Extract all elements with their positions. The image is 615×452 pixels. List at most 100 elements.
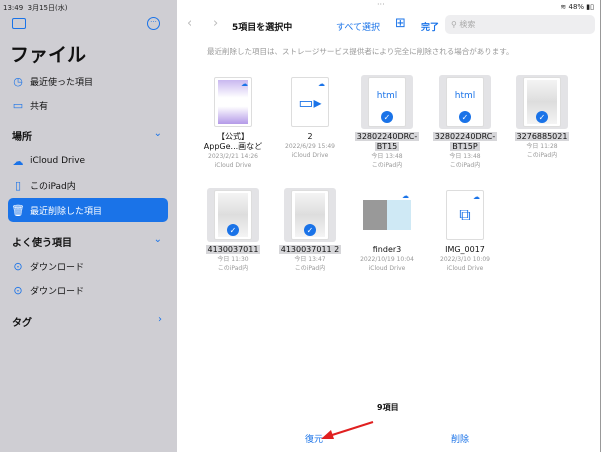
chevron-right-icon: › — [158, 314, 162, 325]
file-item[interactable]: ✓ 4130037011 2 今日 13:47 このiPad内 — [270, 188, 350, 273]
forward-icon[interactable]: › — [213, 16, 218, 31]
file-thumbnail: ☁ — [207, 75, 259, 129]
file-date: 今日 13:48 — [449, 153, 481, 160]
file-item[interactable]: ▭▸ ☁ 2 2022/6/29 15:49 iCloud Drive — [270, 75, 350, 160]
html-label: html — [454, 91, 476, 101]
file-date: 2023/2/21 14:26 — [208, 153, 258, 160]
file-location: iCloud Drive — [291, 152, 329, 159]
gallery-icon: ⧉ — [459, 205, 471, 224]
sidebar-item-ipad[interactable]: ▯ このiPad内 — [8, 174, 168, 196]
sidebar-item-downloads[interactable]: ⊙ ダウンロード — [8, 255, 168, 277]
file-thumbnail: ✓ — [207, 188, 259, 242]
file-name: 2 — [270, 132, 350, 142]
file-location: iCloud Drive — [214, 162, 252, 169]
delete-button[interactable]: 削除 — [451, 432, 469, 445]
file-location: このiPad内 — [217, 265, 249, 272]
battery-status: ≋ 48% ▮▯ — [560, 3, 594, 11]
download-icon: ⊙ — [13, 283, 23, 297]
label: ダウンロード — [30, 262, 85, 273]
chevron-down-icon: ⌄ — [153, 128, 162, 139]
file-name-line: 【公式】 — [217, 132, 249, 141]
favorites-header[interactable]: よく使う項目 ⌄ — [12, 234, 162, 249]
file-item[interactable]: html ✓ 32802240DRC- BT15 今日 13:48 このiPad内 — [347, 75, 427, 170]
file-name-line: 2 — [307, 132, 313, 141]
sidebar-item-shared[interactable]: ▭ 共有 — [8, 94, 168, 116]
file-name-line: AppGe...画など — [203, 142, 263, 151]
main-content: ··· ≋ 48% ▮▯ ‹ › 5項目を選択中 すべて選択 ⊞ 完了 ⚲ 検索… — [177, 0, 601, 452]
cloud-icon: ☁ — [12, 154, 24, 168]
label: iCloud Drive — [30, 156, 86, 166]
sidebar-item-downloads-2[interactable]: ⊙ ダウンロード — [8, 279, 168, 301]
checkmark-icon: ✓ — [536, 111, 548, 123]
file-date: 今日 11:28 — [526, 143, 558, 150]
trash-icon: 🗑 — [11, 203, 25, 217]
file-thumbnail: ☁ — [361, 188, 413, 242]
file-name: 【公式】 AppGe...画など — [193, 132, 273, 152]
tags-header[interactable]: タグ › — [12, 314, 162, 329]
file-name-line: finder3 — [372, 245, 402, 254]
file-date: 今日 11:30 — [217, 256, 249, 263]
sidebar-item-recents[interactable]: ◷ 最近使った項目 — [8, 70, 168, 92]
file-name: 4130037011 2 — [270, 245, 350, 255]
file-name-line: IMG_0017 — [445, 245, 485, 254]
label: 最近使った項目 — [30, 77, 94, 88]
video-icon: ▭▸ — [298, 92, 322, 112]
file-name-line: 3276885021 — [514, 132, 570, 141]
checkmark-icon: ✓ — [459, 111, 471, 123]
sidebar-toggle-icon[interactable] — [12, 18, 26, 29]
more-icon[interactable]: ··· — [147, 17, 160, 30]
file-name: 3276885021 — [502, 132, 582, 142]
sidebar-item-icloud[interactable]: ☁ iCloud Drive — [8, 150, 168, 172]
clock-icon: ◷ — [13, 74, 23, 88]
file-thumbnail: ✓ — [516, 75, 568, 129]
label: 最近削除した項目 — [30, 206, 103, 217]
file-thumbnail: ✓ — [284, 188, 336, 242]
file-name: IMG_0017 — [425, 245, 505, 255]
label: ダウンロード — [30, 286, 85, 297]
multitask-handle[interactable]: ··· — [377, 0, 385, 9]
search-input[interactable]: ⚲ 検索 — [445, 15, 595, 34]
search-icon: ⚲ — [451, 20, 457, 29]
done-button[interactable]: 完了 — [421, 20, 439, 33]
annotation-arrow — [321, 421, 374, 439]
file-date: 今日 13:47 — [294, 256, 326, 263]
back-icon[interactable]: ‹ — [187, 16, 192, 31]
file-location: iCloud Drive — [446, 265, 484, 272]
file-location: このiPad内 — [449, 162, 481, 169]
file-thumbnail: ▭▸ ☁ — [284, 75, 336, 129]
file-item[interactable]: html ✓ 32802240DRC- BT15P 今日 13:48 このiPad内 — [425, 75, 505, 170]
file-item[interactable]: ✓ 4130037011 今日 11:30 このiPad内 — [193, 188, 273, 273]
file-location: このiPad内 — [371, 162, 403, 169]
file-thumbnail: ⧉ ☁ — [439, 188, 491, 242]
ipad-icon: ▯ — [14, 178, 22, 192]
file-name-line: 32802240DRC- — [354, 132, 420, 141]
file-date: 今日 13:48 — [371, 153, 403, 160]
locations-header[interactable]: 場所 ⌄ — [12, 128, 162, 143]
file-location: iCloud Drive — [368, 265, 406, 272]
notice-text: 最近削除した項目は、ストレージサービス提供者により完全に削除される場合があります… — [207, 47, 514, 56]
status-time: 13:49 3月15日(水) — [3, 4, 68, 12]
grid-view-icon[interactable]: ⊞ — [395, 16, 406, 31]
file-location: このiPad内 — [294, 265, 326, 272]
file-name: 32802240DRC- BT15 — [347, 132, 427, 152]
select-all-button[interactable]: すべて選択 — [336, 20, 380, 33]
file-name-line: BT15P — [450, 142, 480, 151]
chevron-down-icon: ⌄ — [153, 234, 162, 245]
html-label: html — [376, 91, 398, 101]
shared-folder-icon: ▭ — [12, 98, 24, 112]
item-count: 9項目 — [377, 403, 399, 412]
cloud-download-icon: ☁ — [318, 80, 325, 88]
file-name: 4130037011 — [193, 245, 273, 255]
sidebar-item-recently-deleted[interactable]: 🗑 最近削除した項目 — [8, 198, 168, 222]
file-item[interactable]: ☁ 【公式】 AppGe...画など 2023/2/21 14:26 iCloud… — [193, 75, 273, 170]
file-thumbnail: html ✓ — [361, 75, 413, 129]
label: このiPad内 — [30, 181, 76, 192]
checkmark-icon: ✓ — [381, 111, 393, 123]
file-item[interactable]: ⧉ ☁ IMG_0017 2022/3/10 10:09 iCloud Drive — [425, 188, 505, 273]
file-name-line: 32802240DRC- — [432, 132, 498, 141]
file-item[interactable]: ☁ finder3 2022/10/19 10:04 iCloud Drive — [347, 188, 427, 273]
cloud-download-icon: ☁ — [402, 192, 409, 200]
toolbar-title: 5項目を選択中 — [232, 23, 293, 33]
file-item[interactable]: ✓ 3276885021 今日 11:28 このiPad内 — [502, 75, 582, 160]
file-name: finder3 — [347, 245, 427, 255]
